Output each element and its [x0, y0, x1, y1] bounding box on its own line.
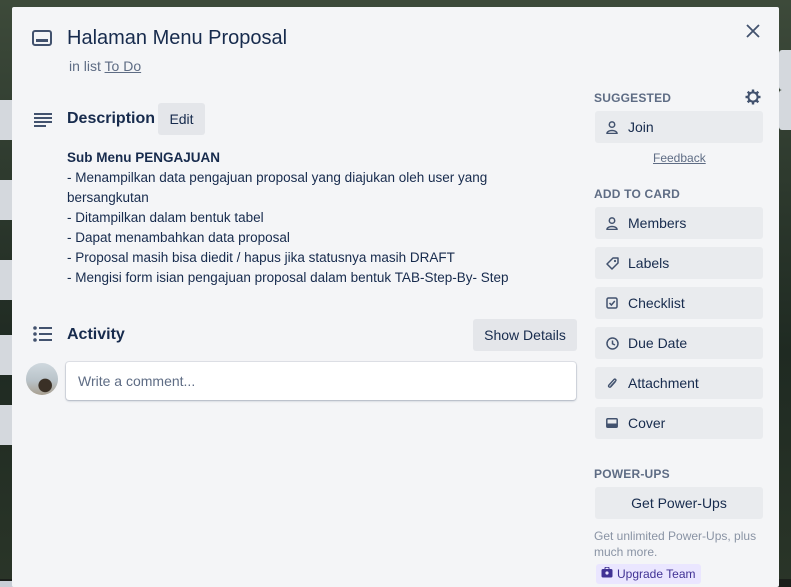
activity-title: Activity — [67, 326, 125, 343]
members-label: Members — [628, 215, 687, 231]
attachment-button[interactable]: Attachment — [595, 367, 763, 399]
description-line: - Dapat menambahkan data proposal — [67, 230, 290, 245]
due-date-label: Due Date — [628, 335, 688, 351]
background-card — [779, 50, 791, 90]
join-label: Join — [628, 119, 654, 135]
checklist-label: Checklist — [628, 295, 685, 311]
attachment-label: Attachment — [628, 375, 699, 391]
power-ups-description: Get unlimited Power-Ups, plus much more. — [594, 529, 757, 559]
close-icon — [746, 24, 760, 38]
edit-description-button[interactable]: Edit — [158, 103, 205, 135]
join-button[interactable]: Join — [595, 111, 763, 143]
upgrade-team-button[interactable]: Upgrade Team — [596, 564, 701, 584]
list-prefix: in list — [69, 58, 101, 74]
members-button[interactable]: Members — [595, 207, 763, 239]
card-icon — [32, 30, 52, 46]
gear-icon[interactable] — [745, 89, 761, 105]
due-date-button[interactable]: Due Date — [595, 327, 763, 359]
upgrade-team-label: Upgrade Team — [617, 567, 696, 581]
clock-icon — [605, 336, 619, 350]
list-link[interactable]: To Do — [105, 58, 142, 74]
upgrade-icon — [601, 566, 613, 581]
person-icon — [605, 120, 619, 134]
comment-input[interactable]: Write a comment... — [66, 362, 576, 400]
add-to-card-heading: ADD TO CARD — [594, 187, 680, 201]
description-heading: Sub Menu PENGAJUAN — [67, 150, 221, 165]
description-icon — [34, 113, 52, 127]
description-line: - Proposal masih bisa diedit / hapus jik… — [67, 250, 455, 265]
activity-icon — [33, 326, 52, 342]
cover-label: Cover — [628, 415, 666, 431]
background-card — [779, 90, 791, 130]
labels-button[interactable]: Labels — [595, 247, 763, 279]
description-title: Description — [67, 110, 156, 127]
cover-button[interactable]: Cover — [595, 407, 763, 439]
feedback-link[interactable]: Feedback — [653, 151, 706, 165]
tag-icon — [605, 256, 619, 270]
list-breadcrumb: in list To Do — [69, 58, 141, 74]
checklist-button[interactable]: Checklist — [595, 287, 763, 319]
get-power-ups-button[interactable]: Get Power-Ups — [595, 487, 763, 519]
checklist-icon — [605, 296, 619, 310]
show-details-button[interactable]: Show Details — [473, 319, 577, 351]
cover-icon — [605, 416, 619, 430]
description-line: - Mengisi form isian pengajuan proposal … — [67, 270, 509, 285]
person-icon — [605, 216, 619, 230]
description-body[interactable]: Sub Menu PENGAJUAN - Menampilkan data pe… — [67, 148, 537, 288]
avatar[interactable] — [26, 363, 58, 395]
power-ups-heading: POWER-UPS — [594, 467, 670, 481]
paperclip-icon — [605, 376, 619, 390]
suggested-heading: SUGGESTED — [594, 91, 672, 105]
description-line: - Ditampilkan dalam bentuk tabel — [67, 210, 264, 225]
close-button[interactable] — [741, 19, 765, 43]
card-detail-modal: Halaman Menu Proposal in list To Do Desc… — [12, 7, 779, 587]
labels-label: Labels — [628, 255, 670, 271]
card-title[interactable]: Halaman Menu Proposal — [67, 27, 287, 50]
description-line: - Menampilkan data pengajuan proposal ya… — [67, 170, 488, 205]
